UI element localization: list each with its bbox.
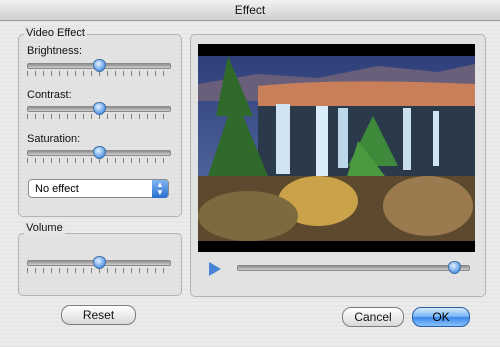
play-icon[interactable] — [209, 262, 221, 276]
up-down-arrows-icon: ▲ ▼ — [152, 180, 168, 198]
contrast-label: Contrast: — [27, 89, 72, 101]
window-title: Effect — [234, 3, 266, 17]
video-effect-group-title: Video Effect — [24, 27, 87, 40]
ok-button[interactable]: OK — [412, 307, 470, 327]
reset-button[interactable]: Reset — [61, 305, 136, 325]
video-preview — [198, 44, 475, 252]
video-frame-image — [198, 56, 475, 241]
brightness-label: Brightness: — [27, 45, 83, 57]
saturation-label: Saturation: — [27, 133, 81, 145]
seek-slider-track — [237, 265, 470, 271]
seek-slider-knob[interactable] — [447, 261, 461, 274]
volume-slider[interactable] — [27, 256, 171, 273]
cancel-button[interactable]: Cancel — [342, 307, 404, 327]
effect-select-value: No effect — [35, 183, 79, 195]
volume-group-title: Volume — [24, 222, 65, 235]
brightness-slider[interactable] — [27, 59, 171, 76]
saturation-slider[interactable] — [27, 146, 171, 163]
contrast-slider[interactable] — [27, 102, 171, 119]
seek-slider[interactable] — [237, 261, 470, 277]
effect-select[interactable]: No effect ▲ ▼ — [28, 179, 169, 198]
window-titlebar: Effect — [0, 0, 500, 21]
